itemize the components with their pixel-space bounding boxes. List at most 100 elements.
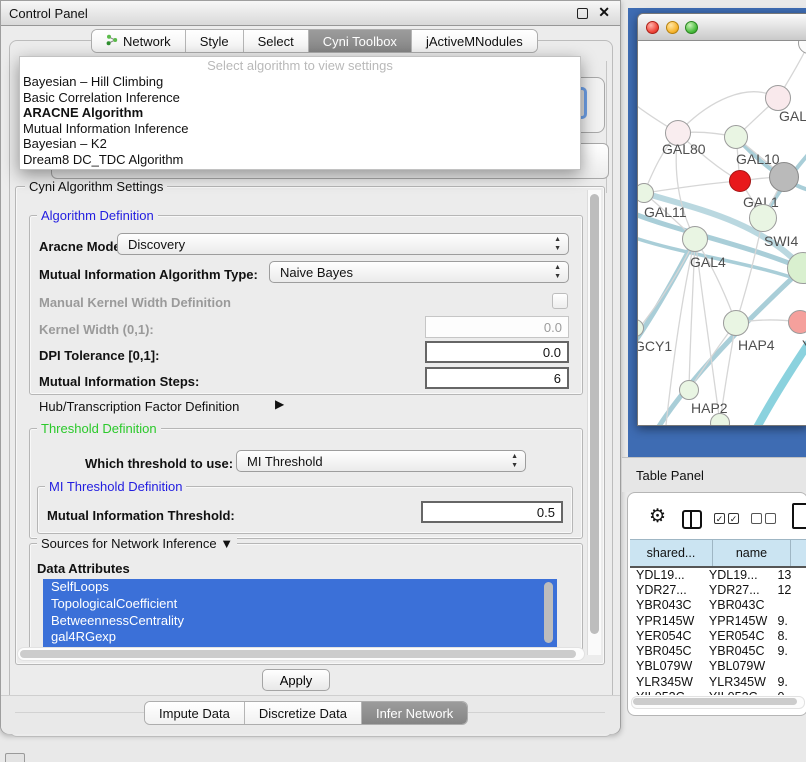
- control-panel-title: Control Panel: [9, 6, 88, 21]
- attr-item-gal4rgexp[interactable]: gal4RGexp: [43, 629, 557, 646]
- tab-style[interactable]: Style: [186, 30, 244, 52]
- tab-bar: Impute DataDiscretize Data Infer Network: [144, 701, 468, 725]
- table-panel: ⚙ ✓ ✓ shared...name YDL19...YDL19...13YD…: [627, 492, 806, 716]
- network-node-gal4[interactable]: [682, 226, 708, 252]
- data-attributes-list[interactable]: SelfLoopsTopologicalCoefficientBetweenne…: [43, 579, 557, 648]
- table-cell: 8.: [771, 629, 806, 643]
- tab-select[interactable]: Select: [244, 30, 309, 52]
- mi-threshold-group-title: MI Threshold Definition: [45, 479, 186, 494]
- sources-group-title[interactable]: Sources for Network Inference ▼: [37, 536, 237, 551]
- table-cell: YER054C: [630, 629, 703, 643]
- node-label-hap4: HAP4: [738, 337, 775, 353]
- deselect-all-icon-2[interactable]: [765, 513, 776, 524]
- settings-vscrollbar[interactable]: [587, 190, 601, 655]
- table-row[interactable]: YIL052CYIL052C0.: [630, 689, 806, 695]
- table-row[interactable]: YBR045CYBR045C9.: [630, 643, 806, 658]
- tab-infer-network[interactable]: Infer Network: [362, 702, 467, 724]
- table-row[interactable]: YDL19...YDL19...13: [630, 567, 806, 582]
- network-node-y[interactable]: [788, 310, 806, 334]
- tab-discretize-data[interactable]: Discretize Data: [245, 702, 362, 724]
- table-row[interactable]: YBL079WYBL079W: [630, 659, 806, 674]
- mac-close-icon[interactable]: [646, 21, 659, 34]
- table-cell: 9.: [771, 675, 806, 689]
- close-icon[interactable]: ✕: [598, 4, 610, 21]
- column-header-extra[interactable]: [791, 540, 806, 566]
- data-attributes-label: Data Attributes: [37, 561, 130, 576]
- hub-definition-label[interactable]: Hub/Transcription Factor Definition: [39, 399, 239, 414]
- tab-jactivemnodules[interactable]: jActiveMNodules: [412, 30, 537, 52]
- table-panel-header[interactable]: Table Panel: [622, 457, 806, 492]
- algorithm-option-aracne-algorithm[interactable]: ARACNE Algorithm: [20, 105, 580, 121]
- attr-list-vscroll-thumb[interactable]: [544, 582, 553, 643]
- gear-icon[interactable]: ⚙: [649, 505, 666, 528]
- dpi-tolerance-input[interactable]: 0.0: [425, 341, 569, 363]
- algorithm-option-bayesian-k2[interactable]: Bayesian – K2: [20, 136, 580, 152]
- table-row[interactable]: YER054CYER054C8.: [630, 628, 806, 643]
- tab-label: Infer Network: [376, 706, 453, 721]
- attr-item-betweennesscentrality[interactable]: BetweennessCentrality: [43, 613, 557, 630]
- network-node-hap2[interactable]: [679, 380, 699, 400]
- table-row[interactable]: YPR145WYPR145W9.: [630, 613, 806, 628]
- table-cell: YDR27...: [703, 583, 772, 597]
- algorithm-dropdown-placeholder: Select algorithm to view settings: [20, 57, 580, 74]
- attr-item-topologicalcoefficient[interactable]: TopologicalCoefficient: [43, 596, 557, 613]
- table-cell: YER054C: [703, 629, 772, 643]
- algorithm-option-dream8-dc-tdc-algorithm[interactable]: Dream8 DC_TDC Algorithm: [20, 152, 580, 168]
- attr-item-selfloops[interactable]: SelfLoops: [43, 579, 557, 596]
- tab-label: jActiveMNodules: [426, 34, 523, 49]
- collapse-down-icon[interactable]: ▼: [220, 536, 233, 551]
- table-row[interactable]: YDR27...YDR27...12: [630, 582, 806, 597]
- table-row[interactable]: YLR345WYLR345W9.: [630, 674, 806, 689]
- column-header-shared-[interactable]: shared...: [630, 540, 713, 566]
- table-cell: YLR345W: [630, 675, 703, 689]
- settings-hscrollbar[interactable]: [17, 647, 585, 661]
- network-node-gal10[interactable]: [724, 125, 748, 149]
- algorithm-option-bayesian-hill-climbing[interactable]: Bayesian – Hill Climbing: [20, 74, 580, 90]
- network-node-hap4[interactable]: [723, 310, 749, 336]
- float-window-icon[interactable]: [577, 8, 588, 19]
- select-all-check-icon-2[interactable]: ✓: [728, 513, 739, 524]
- node-label-gal4: GAL4: [690, 254, 726, 270]
- mac-minimize-icon[interactable]: [666, 21, 679, 34]
- table-cell: YBR045C: [703, 644, 772, 658]
- table-cell: 0.: [771, 690, 806, 695]
- columns-icon[interactable]: [682, 510, 702, 529]
- settings-hscroll-thumb[interactable]: [20, 650, 576, 658]
- network-window-titlebar[interactable]: [638, 14, 806, 41]
- which-threshold-select[interactable]: MI Threshold ▲▼: [236, 450, 526, 472]
- mi-type-select[interactable]: Naive Bayes ▲▼: [269, 261, 569, 283]
- mi-type-value: Naive Bayes: [280, 265, 353, 280]
- control-panel-titlebar[interactable]: Control Panel ✕: [1, 1, 620, 26]
- mi-steps-input[interactable]: 6: [425, 367, 569, 389]
- aracne-mode-label: Aracne Mode:: [39, 239, 125, 254]
- settings-vscroll-thumb[interactable]: [590, 194, 599, 634]
- manual-kernel-checkbox[interactable]: [552, 293, 568, 309]
- algorithm-option-basic-correlation-inference[interactable]: Basic Correlation Inference: [20, 90, 580, 106]
- table-cell: YIL052C: [703, 690, 772, 695]
- tab-impute-data[interactable]: Impute Data: [145, 702, 245, 724]
- deselect-all-icon[interactable]: [751, 513, 762, 524]
- new-table-icon[interactable]: [792, 503, 806, 529]
- column-header-name[interactable]: name: [713, 540, 791, 566]
- table-cell: YLR345W: [703, 675, 772, 689]
- apply-button[interactable]: Apply: [262, 669, 330, 691]
- mac-zoom-icon[interactable]: [685, 21, 698, 34]
- kernel-width-input[interactable]: 0.0: [425, 316, 569, 338]
- network-node-swi4[interactable]: [749, 204, 777, 232]
- network-node[interactable]: [769, 162, 799, 192]
- minimized-panel-icon[interactable]: [5, 753, 25, 762]
- select-all-check-icon[interactable]: ✓: [714, 513, 725, 524]
- table-cell: YPR145W: [703, 614, 772, 628]
- node-label-y: Y: [802, 337, 806, 353]
- algorithm-option-mutual-information-inference[interactable]: Mutual Information Inference: [20, 121, 580, 137]
- mi-threshold-input[interactable]: 0.5: [421, 501, 563, 523]
- collapse-right-icon[interactable]: ▶: [275, 397, 284, 411]
- aracne-mode-select[interactable]: Discovery ▲▼: [117, 233, 569, 255]
- network-node-gal1[interactable]: [729, 170, 751, 192]
- network-canvas[interactable]: GALGAL80GAL10GAL1GAL11SWI4GAL4GCY1HAP4YH…: [638, 41, 806, 425]
- table-hscrollbar[interactable]: [631, 696, 805, 709]
- tab-network[interactable]: Network: [92, 30, 186, 52]
- table-hscroll-thumb[interactable]: [633, 698, 797, 705]
- tab-cyni-toolbox[interactable]: Cyni Toolbox: [309, 30, 412, 52]
- table-row[interactable]: YBR043CYBR043C: [630, 598, 806, 613]
